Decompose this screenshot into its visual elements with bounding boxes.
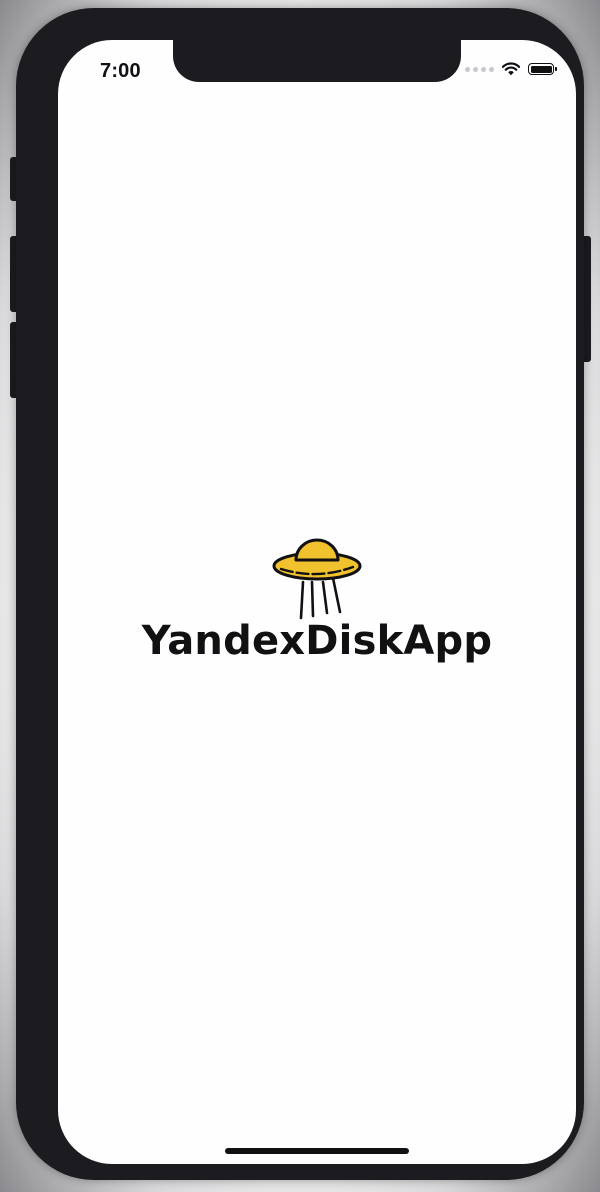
wifi-icon (501, 62, 521, 76)
status-time: 7:00 (100, 60, 141, 82)
battery-level (530, 65, 552, 73)
splash-logo: YandexDiskApp (58, 520, 576, 664)
home-indicator[interactable] (225, 1148, 409, 1154)
app-name: YandexDiskApp (141, 618, 493, 664)
screen: 7:00 YandexDiskApp (58, 40, 576, 1164)
device-stage: 7:00 YandexDiskApp (0, 0, 600, 1192)
notch (173, 40, 461, 82)
ufo-icon (272, 538, 362, 620)
phone-frame: 7:00 YandexDiskApp (16, 8, 584, 1180)
battery-icon (528, 63, 557, 75)
cellular-signal-icon (465, 66, 494, 72)
status-icons (465, 62, 557, 76)
